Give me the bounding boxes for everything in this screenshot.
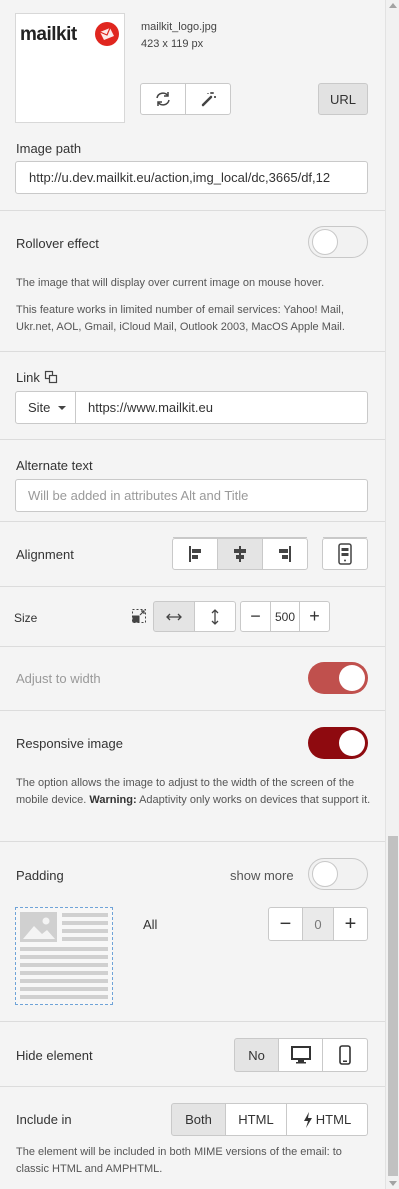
width-mode-button[interactable]	[153, 601, 195, 632]
include-amphtml-label: HTML	[315, 1112, 352, 1127]
auto-size-icon[interactable]	[131, 608, 147, 624]
edit-image-button[interactable]	[185, 83, 231, 115]
size-decrease-button[interactable]: −	[240, 601, 271, 632]
vertical-arrows-icon	[211, 608, 219, 625]
responsive-toggle[interactable]	[308, 727, 368, 759]
align-center-icon	[234, 546, 246, 562]
adjust-width-label: Adjust to width	[16, 671, 101, 686]
copy-link-icon[interactable]	[44, 370, 58, 384]
responsive-label: Responsive image	[16, 736, 123, 751]
scrollbar-thumb[interactable]	[388, 836, 398, 1176]
link-type-value: Site	[28, 400, 51, 415]
vertical-scrollbar[interactable]	[385, 0, 399, 1189]
link-url-input[interactable]	[75, 391, 368, 424]
rollover-help-2: This feature works in limited number of …	[16, 304, 345, 333]
divider	[0, 841, 385, 842]
align-right-button[interactable]	[262, 538, 308, 570]
image-dimensions: 423 x 119 px	[141, 38, 204, 50]
alt-text-input[interactable]	[15, 479, 368, 512]
toggle-knob	[312, 861, 338, 887]
logo-mark-icon	[95, 22, 119, 46]
include-amphtml-button[interactable]: HTML	[286, 1103, 368, 1136]
replace-image-button[interactable]	[140, 83, 186, 115]
divider	[0, 710, 385, 711]
divider	[0, 1021, 385, 1022]
mobile-icon	[339, 1045, 351, 1065]
hide-mobile-button[interactable]	[322, 1038, 368, 1072]
toggle-knob	[339, 730, 365, 756]
padding-label: Padding	[16, 868, 64, 883]
alignment-label: Alignment	[16, 547, 74, 562]
magic-wand-icon	[201, 92, 216, 107]
settings-panel: mailkit mailkit_logo.jpg 423 x 119 px UR…	[0, 0, 385, 1189]
divider	[0, 351, 385, 352]
padding-increase-button[interactable]: +	[333, 907, 368, 941]
image-placeholder-icon	[20, 912, 108, 999]
padding-all-label: All	[143, 917, 158, 932]
include-both-button[interactable]: Both	[171, 1103, 226, 1136]
include-html-button[interactable]: HTML	[225, 1103, 287, 1136]
size-increase-button[interactable]: +	[299, 601, 330, 632]
scroll-up-arrow-icon[interactable]	[389, 3, 397, 8]
align-left-button[interactable]	[172, 538, 218, 570]
alt-text-label: Alternate text	[16, 458, 93, 473]
show-more-toggle[interactable]	[308, 858, 368, 890]
mobile-phone-icon	[338, 543, 352, 565]
link-type-select[interactable]: Site	[15, 391, 76, 424]
horizontal-arrows-icon	[166, 613, 182, 620]
include-in-help: The element will be included in both MIM…	[16, 1146, 342, 1175]
url-button[interactable]: URL	[318, 83, 368, 115]
toggle-knob	[312, 229, 338, 255]
divider	[0, 586, 385, 587]
rollover-label: Rollover effect	[16, 236, 99, 251]
padding-value[interactable]: 0	[302, 907, 334, 941]
hide-desktop-button[interactable]	[278, 1038, 323, 1072]
responsive-help-warning: Warning:	[89, 794, 137, 806]
image-thumbnail[interactable]: mailkit	[15, 13, 125, 123]
hide-element-label: Hide element	[16, 1048, 93, 1063]
caret-down-icon	[58, 405, 67, 410]
include-in-label: Include in	[16, 1112, 72, 1127]
height-mode-button[interactable]	[194, 601, 236, 632]
padding-preview	[15, 907, 113, 1005]
show-more-label: show more	[230, 868, 294, 883]
divider	[0, 439, 385, 440]
toggle-knob	[339, 665, 365, 691]
responsive-help: The option allows the image to adjust to…	[16, 775, 372, 809]
divider	[0, 1086, 385, 1087]
image-path-label: Image path	[16, 141, 82, 156]
scroll-down-arrow-icon[interactable]	[389, 1181, 397, 1186]
rollover-help-1: The image that will display over current…	[16, 277, 325, 289]
adjust-width-toggle[interactable]	[308, 662, 368, 694]
rollover-toggle[interactable]	[308, 226, 368, 258]
divider	[0, 210, 385, 211]
image-path-input[interactable]	[15, 161, 368, 194]
size-label: Size	[14, 611, 38, 625]
align-right-icon	[279, 546, 291, 562]
align-center-button[interactable]	[217, 538, 263, 570]
logo-text: mailkit	[20, 24, 77, 45]
hide-no-button[interactable]: No	[234, 1038, 279, 1072]
link-label: Link	[16, 370, 40, 385]
padding-decrease-button[interactable]: −	[268, 907, 303, 941]
mobile-alignment-button[interactable]	[322, 538, 368, 570]
image-filename: mailkit_logo.jpg	[141, 21, 217, 33]
size-value[interactable]: 500	[270, 601, 300, 632]
responsive-help-tail: Adaptivity only works on devices that su…	[136, 794, 371, 806]
divider	[0, 646, 385, 647]
refresh-icon	[156, 92, 170, 106]
amp-lightning-icon	[303, 1111, 312, 1128]
desktop-icon	[290, 1046, 311, 1064]
align-left-icon	[189, 546, 201, 562]
divider	[0, 521, 385, 522]
